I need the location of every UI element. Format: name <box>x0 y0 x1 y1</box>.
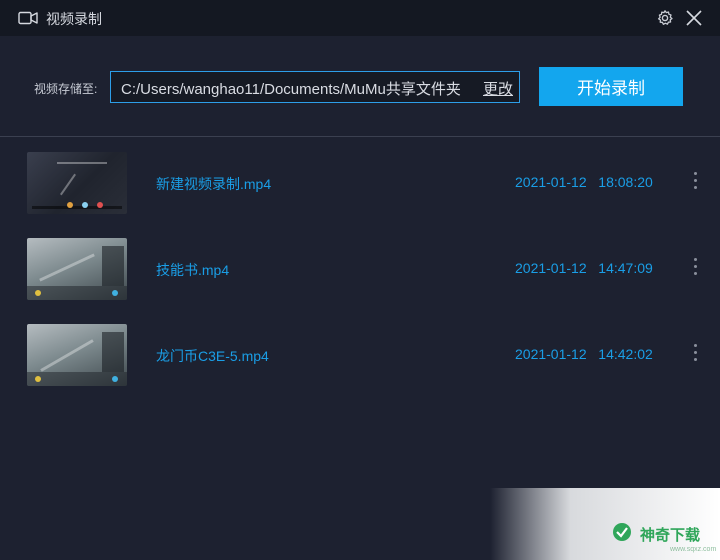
file-name[interactable]: 新建视频录制.mp4 <box>156 174 271 194</box>
file-datetime: 2021-01-12 14:42:02 <box>515 346 653 362</box>
watermark-text: 神奇下载 <box>640 527 701 544</box>
watermark-logo-icon <box>613 523 631 541</box>
list-item[interactable]: 技能书.mp4 2021-01-12 14:47:09 <box>0 238 720 302</box>
save-path-field[interactable]: 更改 <box>110 71 520 103</box>
gear-icon[interactable] <box>656 9 674 27</box>
more-options-icon[interactable] <box>690 172 700 194</box>
file-name[interactable]: 技能书.mp4 <box>156 260 229 280</box>
watermark-url: www.sqxz.com <box>670 546 717 553</box>
video-camera-icon <box>18 11 38 25</box>
video-thumbnail[interactable] <box>27 152 127 214</box>
file-datetime: 2021-01-12 18:08:20 <box>515 174 653 190</box>
more-options-icon[interactable] <box>690 258 700 280</box>
close-icon[interactable] <box>685 9 703 27</box>
file-datetime: 2021-01-12 14:47:09 <box>515 260 653 276</box>
more-options-icon[interactable] <box>690 344 700 366</box>
change-path-button[interactable]: 更改 <box>483 78 513 99</box>
start-recording-button[interactable]: 开始录制 <box>539 67 683 106</box>
video-thumbnail[interactable] <box>27 324 127 386</box>
save-path-input[interactable] <box>121 78 466 98</box>
save-location-label: 视频存储至: <box>34 82 98 96</box>
window-title: 视频录制 <box>46 11 102 27</box>
title-bar: 视频录制 <box>0 0 720 36</box>
divider <box>0 136 720 137</box>
video-thumbnail[interactable] <box>27 238 127 300</box>
list-item[interactable]: 新建视频录制.mp4 2021-01-12 18:08:20 <box>0 152 720 216</box>
list-item[interactable]: 龙门币C3E-5.mp4 2021-01-12 14:42:02 <box>0 324 720 388</box>
file-name[interactable]: 龙门币C3E-5.mp4 <box>156 346 269 366</box>
